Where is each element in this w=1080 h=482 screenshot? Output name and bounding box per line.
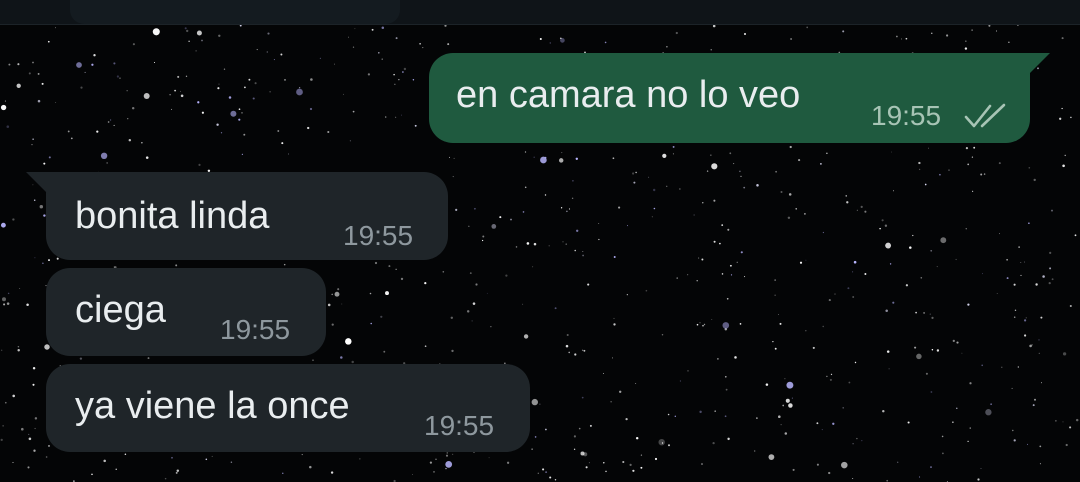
message-text: en camara no lo veo (456, 74, 801, 116)
message-bubble-incoming[interactable]: bonita linda 19:55 (26, 172, 448, 260)
message-time: 19:55 (871, 100, 942, 131)
message-text: bonita linda (75, 195, 270, 237)
previous-message-edge (0, 0, 1080, 25)
message-bubble-incoming[interactable]: ya viene la once 19:55 (46, 364, 530, 452)
bubble-tail (26, 172, 48, 194)
message-time: 19:55 (220, 314, 291, 345)
message-text: ciega (75, 289, 166, 331)
message-time: 19:55 (424, 410, 495, 441)
message-text: ya viene la once (75, 385, 350, 427)
bubble-tail (1028, 53, 1050, 75)
message-bubble-incoming[interactable]: ciega 19:55 (46, 268, 326, 356)
double-check-icon (964, 103, 1006, 128)
message-time: 19:55 (343, 220, 414, 251)
previous-bubble-fragment (70, 0, 400, 24)
message-bubble-outgoing[interactable]: en camara no lo veo 19:55 (429, 53, 1050, 143)
